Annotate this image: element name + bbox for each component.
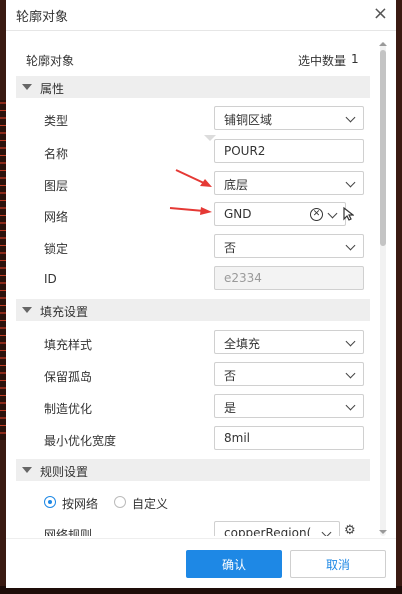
section-rules[interactable]: 规则设置 [16, 459, 370, 481]
type-value: 铺铜区域 [224, 113, 273, 127]
id-label: ID [44, 272, 57, 286]
keep-island-label: 保留孤岛 [44, 370, 93, 384]
type-label: 类型 [44, 114, 69, 128]
collapse-caret-icon[interactable] [22, 467, 32, 473]
chevron-down-icon [345, 336, 356, 347]
keep-island-value: 否 [224, 369, 237, 383]
scroll-up-icon[interactable] [379, 42, 387, 46]
chevron-down-icon [345, 240, 356, 251]
cancel-button[interactable]: 取消 [290, 550, 386, 578]
lock-value: 否 [224, 241, 237, 255]
id-value: e2334 [224, 271, 262, 285]
lock-label: 锁定 [44, 242, 69, 256]
object-label: 轮廓对象 [26, 54, 75, 68]
selected-count: 1 [351, 52, 359, 66]
name-label: 名称 [44, 147, 69, 161]
keep-island-select[interactable]: 否 [214, 362, 364, 386]
name-value: POUR2 [224, 144, 266, 158]
clear-icon[interactable]: ✕ [310, 208, 323, 221]
chevron-down-icon [321, 527, 332, 536]
collapse-caret-icon[interactable] [22, 84, 32, 90]
lock-select[interactable]: 否 [214, 234, 364, 258]
min-width-label: 最小优化宽度 [44, 434, 117, 448]
manufacture-opt-value: 是 [224, 401, 237, 415]
net-rule-select[interactable]: copperRegion( [214, 521, 340, 536]
close-icon[interactable]: × [373, 3, 388, 25]
layer-select[interactable]: 底层 [214, 171, 364, 195]
collapse-caret-icon[interactable] [22, 307, 32, 313]
min-width-value: 8mil [224, 431, 250, 445]
section-title: 填充设置 [40, 305, 89, 319]
fill-style-label: 填充样式 [44, 338, 93, 352]
section-fill[interactable]: 填充设置 [16, 299, 370, 321]
chevron-down-icon [345, 177, 356, 188]
scroll-down-icon[interactable] [379, 530, 387, 534]
name-input[interactable]: POUR2 [214, 139, 364, 163]
manufacture-opt-select[interactable]: 是 [214, 394, 364, 418]
chevron-down-icon [345, 112, 356, 123]
scrollbar-thumb[interactable] [380, 50, 386, 246]
type-select[interactable]: 铺铜区域 [214, 106, 364, 130]
id-field: e2334 [214, 266, 364, 290]
custom-label[interactable]: 自定义 [132, 495, 168, 512]
footer-divider [6, 538, 396, 539]
chevron-down-icon [345, 368, 356, 379]
net-value: GND [224, 207, 252, 221]
fill-style-value: 全填充 [224, 337, 261, 351]
radio-custom[interactable] [114, 496, 126, 508]
chevron-down-icon [345, 400, 356, 411]
section-title: 属性 [40, 82, 65, 96]
net-label: 网络 [44, 210, 69, 224]
net-rule-value: copperRegion( [224, 526, 312, 536]
layer-value: 底层 [224, 178, 249, 192]
property-panel: 轮廓对象 选中数量 1 属性 类型 铺铜区域 名称 POUR2 图层 底层 网络… [14, 40, 372, 536]
section-title: 规则设置 [40, 465, 89, 479]
radio-by-net[interactable] [44, 496, 56, 508]
chevron-down-icon [327, 208, 338, 219]
layer-label: 图层 [44, 179, 69, 193]
annotation-arrow-net [169, 207, 212, 215]
min-width-input[interactable]: 8mil [214, 426, 364, 450]
manufacture-opt-label: 制造优化 [44, 402, 93, 416]
selected-count-label: 选中数量 [298, 54, 347, 68]
net-rule-label: 网络规则 [44, 528, 93, 536]
object-summary-row: 轮廓对象 选中数量 1 [14, 40, 372, 78]
dialog-header: 轮廓对象 × [6, 0, 396, 31]
fill-style-select[interactable]: 全填充 [214, 330, 364, 354]
confirm-button[interactable]: 确认 [186, 550, 282, 578]
outline-object-dialog: 轮廓对象 × 轮廓对象 选中数量 1 属性 类型 铺铜区域 名称 POUR2 图… [6, 0, 396, 588]
net-select[interactable]: GND ✕ [214, 202, 346, 226]
by-net-label[interactable]: 按网络 [62, 495, 98, 512]
gear-icon[interactable]: ⚙ [344, 523, 356, 536]
cursor-pick-icon[interactable] [342, 207, 354, 221]
annotation-arrow-layer [175, 169, 212, 187]
section-attributes[interactable]: 属性 [16, 76, 370, 98]
dialog-title: 轮廓对象 [16, 10, 69, 25]
